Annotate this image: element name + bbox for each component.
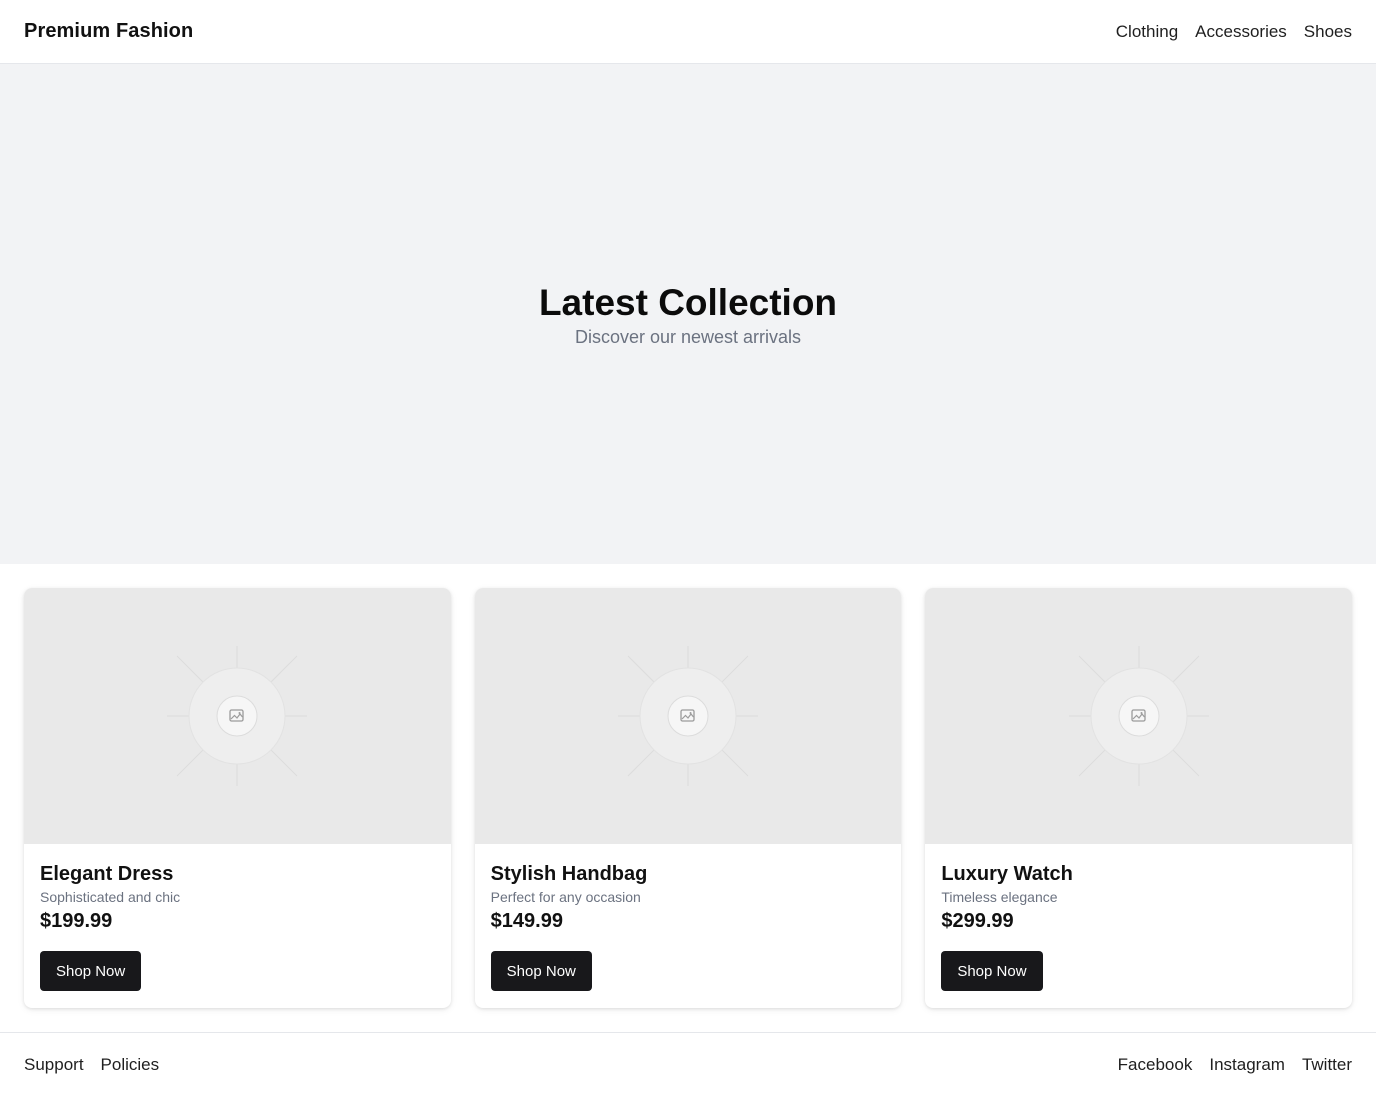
hero-title: Latest Collection [538,281,838,323]
shop-now-button[interactable]: Shop Now [490,951,592,991]
product-info: Stylish Handbag Perfect for any occasion… [475,844,902,1007]
product-image [24,588,451,844]
image-placeholder-icon [1068,646,1209,786]
product-name: Luxury Watch [941,863,1073,885]
product-price: $199.99 [40,910,113,932]
product-price: $149.99 [490,910,563,932]
product-description: Timeless elegance [941,889,1058,905]
product-info: Luxury Watch Timeless elegance $299.99 S… [925,844,1352,1007]
hero-subtitle: Discover our newest arrivals [574,326,802,347]
product-image [474,588,902,844]
footer-link-instagram[interactable]: Instagram [1209,1055,1285,1075]
hero-banner: Latest Collection Discover our newest ar… [0,64,1376,564]
footer-link-policies[interactable]: Policies [101,1055,160,1075]
product-grid: Elegant Dress Sophisticated and chic $19… [0,564,1376,1032]
product-name: Elegant Dress [40,863,174,885]
product-name: Stylish Handbag [490,863,648,885]
product-price: $299.99 [941,910,1014,932]
product-image [925,588,1352,844]
product-card: Stylish Handbag Perfect for any occasion… [474,588,902,1008]
product-info: Elegant Dress Sophisticated and chic $19… [24,844,451,1007]
footer-link-support[interactable]: Support [24,1055,84,1075]
product-card: Elegant Dress Sophisticated and chic $19… [24,588,451,1008]
brand-logo-text[interactable]: Premium Fashion [24,20,193,43]
shop-now-button[interactable]: Shop Now [941,951,1043,991]
product-description: Perfect for any occasion [490,889,641,905]
image-placeholder-icon [617,646,758,786]
product-card: Luxury Watch Timeless elegance $299.99 S… [925,588,1352,1008]
image-placeholder-icon [167,646,308,786]
nav-item-accessories[interactable]: Accessories [1195,22,1287,42]
footer-link-twitter[interactable]: Twitter [1302,1055,1352,1075]
product-description: Sophisticated and chic [40,889,181,905]
site-footer: Support Policies Facebook Instagram Twit… [0,1032,1376,1096]
nav-item-clothing[interactable]: Clothing [1116,22,1178,42]
nav-item-shoes[interactable]: Shoes [1304,22,1352,42]
shop-now-button[interactable]: Shop Now [40,951,142,991]
site-header: Premium Fashion Clothing Accessories Sho… [0,0,1376,64]
footer-social-links: Facebook Instagram Twitter [1118,1055,1352,1075]
footer-link-facebook[interactable]: Facebook [1118,1055,1193,1075]
footer-left-links: Support Policies [24,1055,159,1075]
main-nav: Clothing Accessories Shoes [1116,22,1352,42]
